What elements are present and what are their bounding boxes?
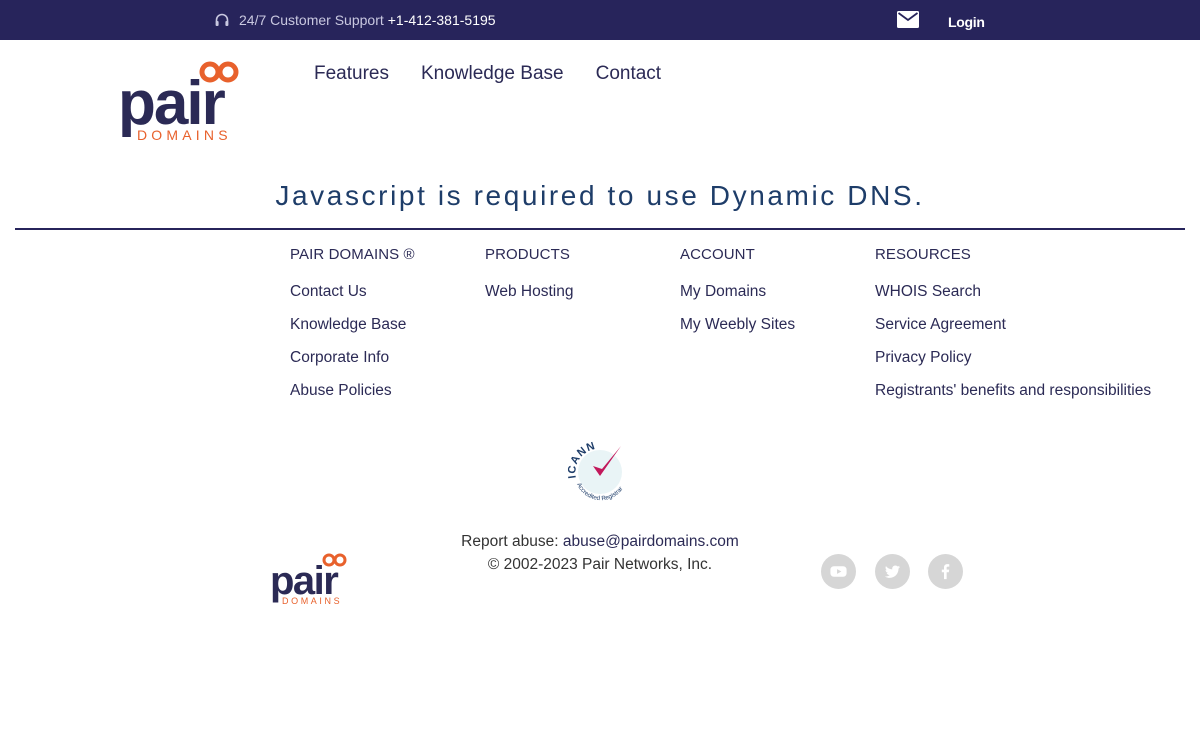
customer-support: 24/7 Customer Support +1-412-381-5195	[214, 12, 496, 28]
support-phone-link[interactable]: +1-412-381-5195	[388, 12, 496, 28]
copyright: © 2002-2023 Pair Networks, Inc.	[487, 556, 713, 573]
report-abuse: Report abuse: abuse@pairdomains.com	[0, 533, 1200, 551]
footer-link-abuse-policies[interactable]: Abuse Policies	[290, 382, 415, 415]
footer-heading: ACCOUNT	[680, 246, 755, 263]
footer-link-privacy-policy[interactable]: Privacy Policy	[875, 349, 1151, 382]
footer-heading: RESOURCES	[875, 246, 971, 263]
logo-subtitle: DOMAINS	[282, 596, 342, 606]
footer-column-account: ACCOUNT My Domains My Weebly Sites	[680, 246, 795, 349]
footer-column-pair-domains: PAIR DOMAINS ® Contact Us Knowledge Base…	[290, 246, 415, 415]
footer-link-web-hosting[interactable]: Web Hosting	[485, 283, 573, 316]
footer-column-products: PRODUCTS Web Hosting	[485, 246, 573, 316]
footer-link-my-weebly-sites[interactable]: My Weebly Sites	[680, 316, 795, 349]
youtube-icon[interactable]	[821, 554, 856, 589]
footer-link-contact-us[interactable]: Contact Us	[290, 283, 415, 316]
footer-link-whois-search[interactable]: WHOIS Search	[875, 283, 1151, 316]
twitter-icon[interactable]	[875, 554, 910, 589]
facebook-icon[interactable]	[928, 554, 963, 589]
logo-subtitle: DOMAINS	[137, 127, 232, 142]
headset-icon	[215, 13, 229, 26]
report-abuse-email-link[interactable]: abuse@pairdomains.com	[563, 533, 739, 550]
javascript-required-message: Javascript is required to use Dynamic DN…	[275, 180, 925, 211]
footer-link-registrants-benefits[interactable]: Registrants' benefits and responsibiliti…	[875, 382, 1151, 415]
footer-link-corporate-info[interactable]: Corporate Info	[290, 349, 415, 382]
login-link[interactable]: Login	[948, 14, 985, 30]
top-bar: 24/7 Customer Support +1-412-381-5195 Lo…	[0, 0, 1200, 40]
footer-link-service-agreement[interactable]: Service Agreement	[875, 316, 1151, 349]
main-nav: Features Knowledge Base Contact	[314, 63, 693, 85]
support-label: 24/7 Customer Support	[239, 12, 384, 28]
footer-link-my-domains[interactable]: My Domains	[680, 283, 795, 316]
nav-knowledge-base[interactable]: Knowledge Base	[421, 63, 564, 85]
nav-features[interactable]: Features	[314, 63, 389, 85]
footer-heading: PAIR DOMAINS ®	[290, 246, 415, 263]
footer-link-knowledge-base[interactable]: Knowledge Base	[290, 316, 415, 349]
footer-heading: PRODUCTS	[485, 246, 570, 263]
divider	[15, 228, 1185, 230]
footer-column-resources: RESOURCES WHOIS Search Service Agreement…	[875, 246, 1151, 415]
nav-contact[interactable]: Contact	[596, 63, 661, 85]
report-abuse-label: Report abuse:	[461, 533, 559, 550]
mail-icon[interactable]	[897, 11, 919, 28]
icann-accredited-badge[interactable]: ICANN Accredited Registrar	[567, 440, 633, 504]
pair-domains-logo[interactable]: pair DOMAINS	[118, 60, 244, 142]
